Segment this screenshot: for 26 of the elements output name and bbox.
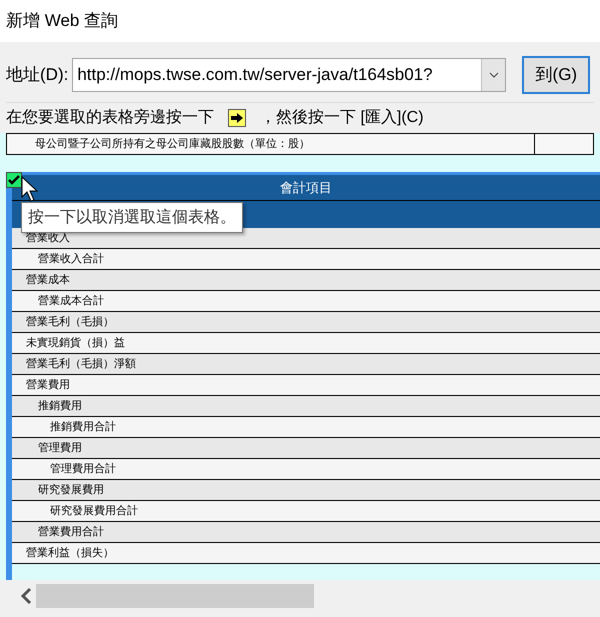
table-checkbox[interactable] bbox=[6, 172, 22, 188]
table-row-label: 研究發展費用合計 bbox=[50, 504, 138, 519]
table-row-label: 營業成本 bbox=[26, 272, 70, 288]
table-row-label: 研究發展費用 bbox=[38, 482, 104, 498]
address-field[interactable]: http://mops.twse.com.tw/server-java/t164sb01? bbox=[72, 58, 506, 92]
window-title: 新增 Web 查詢 bbox=[6, 10, 118, 32]
table-row-label: 營業收入合計 bbox=[38, 252, 104, 267]
table-row-label: 未實現銷貨（損）益 bbox=[26, 336, 125, 351]
table-row-label: 營業利益（損失） bbox=[26, 546, 114, 561]
instruction-text: ，然後按一下 [匯入](C) bbox=[260, 108, 424, 128]
table-row-label: 推銷費用 bbox=[38, 398, 82, 414]
table-header: 會計項目 bbox=[12, 175, 600, 200]
go-button[interactable]: 到(G) bbox=[522, 56, 590, 94]
table-row-label: 營業費用合計 bbox=[38, 524, 104, 540]
table-row-label: 營業成本合計 bbox=[38, 294, 104, 309]
table-row-label: 管理費用合計 bbox=[50, 462, 116, 477]
table-row-label: 營業毛利（毛損）淨額 bbox=[26, 356, 136, 372]
table-row-label: 營業毛利（毛損） bbox=[26, 314, 114, 330]
instruction-text: 在您要選取的表格旁邊按一下 bbox=[6, 108, 214, 128]
tooltip: 按一下以取消選取這個表格。 bbox=[21, 202, 243, 233]
table-row-label: 管理費用 bbox=[38, 440, 82, 456]
table-row-label: 營業費用 bbox=[26, 378, 70, 393]
address-label: 地址(D): bbox=[6, 64, 68, 86]
scrollbar-thumb[interactable] bbox=[36, 584, 314, 608]
table-row-label: 推銷費用合計 bbox=[50, 420, 116, 435]
table-cell: 母公司暨子公司所持有之母公司庫藏股股數（單位：股） bbox=[7, 134, 535, 154]
